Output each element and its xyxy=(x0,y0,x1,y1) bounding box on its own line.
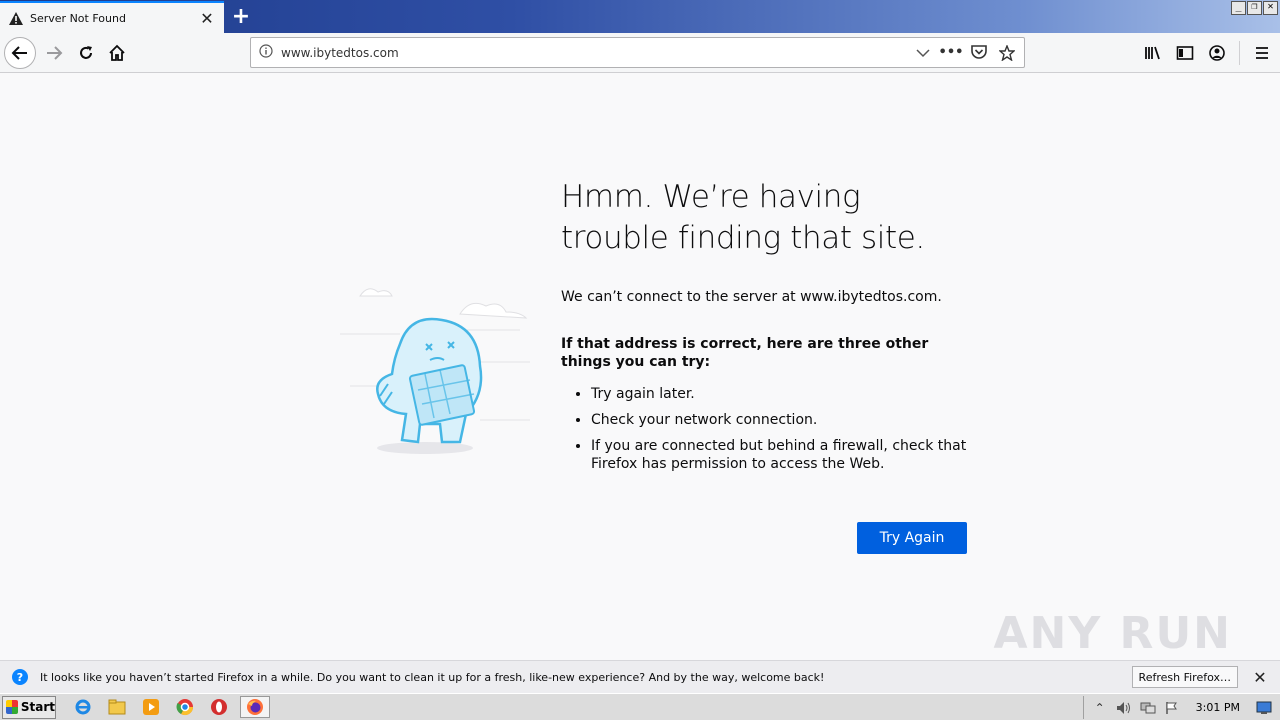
restore-button[interactable]: ❐ xyxy=(1247,1,1262,15)
pocket-icon[interactable] xyxy=(970,44,988,62)
list-item: If you are connected but behind a firewa… xyxy=(591,437,971,473)
taskbar-clock[interactable]: 3:01 PM xyxy=(1196,701,1240,714)
tab-strip: Server Not Found ✕ + _ ❐ ✕ xyxy=(0,0,1280,33)
action-center-flag-icon[interactable] xyxy=(1164,700,1180,716)
notification-text: It looks like you haven’t started Firefo… xyxy=(40,670,825,684)
start-button[interactable]: Start xyxy=(2,695,56,719)
chrome-icon[interactable] xyxy=(172,696,198,718)
account-icon[interactable] xyxy=(1207,41,1227,65)
error-message: We can’t connect to the server at www.ib… xyxy=(561,289,942,305)
chevron-down-icon[interactable] xyxy=(914,44,932,62)
firefox-icon[interactable] xyxy=(240,696,270,718)
windows-taskbar: Start ⌃ 3:01 PM xyxy=(0,693,1280,720)
show-desktop-icon[interactable] xyxy=(1256,700,1272,716)
sidebar-icon[interactable] xyxy=(1175,41,1195,65)
error-suggestions-heading: If that address is correct, here are thr… xyxy=(561,336,929,370)
error-text-block: Hmm. We’re having trouble finding that s… xyxy=(561,177,971,481)
menu-icon[interactable] xyxy=(1252,41,1272,65)
library-icon[interactable] xyxy=(1143,41,1163,65)
new-tab-button[interactable]: + xyxy=(230,4,252,29)
page-actions-icon[interactable]: ••• xyxy=(939,44,964,62)
window-controls: _ ❐ ✕ xyxy=(1231,1,1278,15)
back-arrow-icon xyxy=(11,46,27,60)
refresh-firefox-button[interactable]: Refresh Firefox… xyxy=(1131,666,1238,688)
system-tray: ⌃ 3:01 PM xyxy=(1082,696,1280,719)
show-hidden-icons-icon[interactable]: ⌃ xyxy=(1092,700,1108,716)
reload-button[interactable] xyxy=(70,37,102,69)
windows-logo-icon xyxy=(6,700,18,714)
tab-title: Server Not Found xyxy=(30,11,126,25)
toolbar-right xyxy=(1143,41,1272,65)
taskbar-apps xyxy=(70,696,270,718)
toolbar-separator xyxy=(1239,41,1240,65)
back-button[interactable] xyxy=(4,37,36,69)
media-player-icon[interactable] xyxy=(138,696,164,718)
error-title: Hmm. We’re having trouble finding that s… xyxy=(561,179,925,256)
forward-arrow-icon xyxy=(47,46,63,60)
start-label: Start xyxy=(20,700,55,714)
tab-server-not-found[interactable]: Server Not Found ✕ xyxy=(0,1,224,33)
file-explorer-icon[interactable] xyxy=(104,696,130,718)
forward-button[interactable] xyxy=(38,37,70,69)
url-bar[interactable]: www.ibytedtos.com ••• xyxy=(250,37,1025,68)
volume-icon[interactable] xyxy=(1116,700,1132,716)
url-text[interactable]: www.ibytedtos.com xyxy=(281,46,914,60)
url-actions: ••• xyxy=(914,44,1016,62)
home-icon xyxy=(109,44,125,61)
warning-icon xyxy=(8,10,24,26)
list-item: Try again later. xyxy=(591,385,971,403)
list-item: Check your network connection. xyxy=(591,411,971,429)
navigation-toolbar: www.ibytedtos.com ••• xyxy=(0,33,1280,73)
close-window-button[interactable]: ✕ xyxy=(1263,1,1278,15)
notification-bar: ? It looks like you haven’t started Fire… xyxy=(0,660,1280,693)
internet-explorer-icon[interactable] xyxy=(70,696,96,718)
minimize-button[interactable]: _ xyxy=(1231,1,1246,15)
error-suggestions-list: Try again later. Check your network conn… xyxy=(561,385,971,473)
tab-close-icon[interactable]: ✕ xyxy=(198,9,216,28)
try-again-button[interactable]: Try Again xyxy=(857,522,967,554)
info-icon[interactable] xyxy=(259,43,273,62)
opera-icon[interactable] xyxy=(206,696,232,718)
reload-icon xyxy=(80,46,92,59)
home-button[interactable] xyxy=(101,37,133,69)
error-page: Hmm. We’re having trouble finding that s… xyxy=(0,74,1280,660)
question-icon: ? xyxy=(12,669,28,685)
bookmark-star-icon[interactable] xyxy=(998,44,1016,62)
dinosaur-map-illustration xyxy=(340,288,530,454)
notification-close-icon[interactable]: ✕ xyxy=(1252,668,1268,687)
network-icon[interactable] xyxy=(1140,700,1156,716)
anyrun-watermark-logo: ANY RUN xyxy=(993,608,1232,659)
